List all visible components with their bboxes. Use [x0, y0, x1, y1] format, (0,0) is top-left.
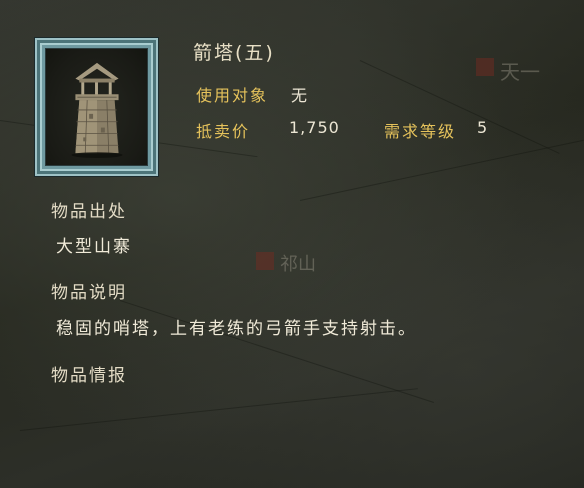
item-icon-slot [45, 48, 148, 166]
item-name: 箭塔(五) [193, 42, 275, 64]
origin-value: 大型山寨 [56, 237, 132, 257]
item-info-panel: 天一 祁山 箭塔(五) 使用对象 无 抵卖价 1,750 需求等级 5 物品出处… [0, 0, 584, 488]
sell-price-label: 抵卖价 [196, 122, 251, 141]
use-target-label: 使用对象 [196, 86, 269, 105]
map-seal-icon [256, 252, 274, 270]
sell-price-value: 1,750 [289, 118, 340, 137]
map-watermark-top-right: 天一 [500, 60, 540, 84]
origin-heading: 物品出处 [51, 202, 127, 222]
map-watermark-center: 祁山 [280, 254, 316, 275]
use-target-value: 无 [291, 86, 310, 105]
level-req-label: 需求等级 [384, 122, 457, 141]
description-value: 稳固的哨塔，上有老练的弓箭手支持射击。 [56, 319, 417, 339]
item-icon-frame [35, 38, 158, 176]
watchtower-icon [71, 62, 123, 158]
bg-crack [299, 139, 584, 201]
level-req-value: 5 [477, 118, 490, 137]
bg-crack [19, 388, 418, 431]
description-heading: 物品说明 [51, 283, 127, 303]
map-seal-icon [476, 58, 494, 76]
intel-heading: 物品情报 [51, 366, 127, 386]
